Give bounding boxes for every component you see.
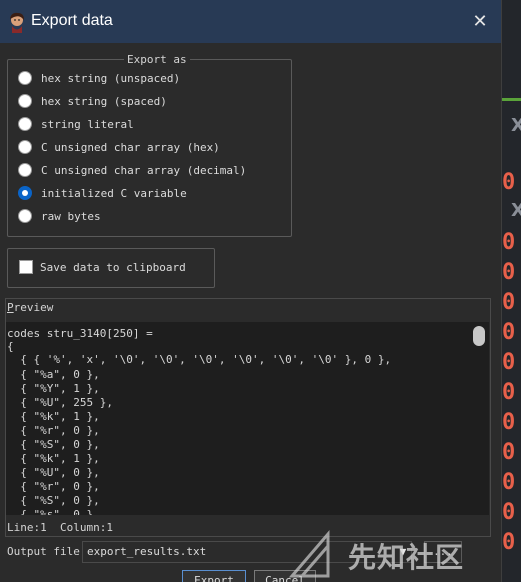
background-zero-glyph: 0 (502, 170, 516, 195)
background-zero-glyph: 0 (502, 290, 516, 315)
code-line: { "%U", 0 }, (7, 466, 100, 479)
code-line: { "%S", 0 }, (7, 494, 100, 507)
preview-label-rest: review (13, 301, 54, 314)
background-zero-glyph: 0 (502, 530, 516, 555)
code-line: { "%k", 1 }, (7, 410, 100, 423)
radio-button[interactable] (18, 94, 32, 108)
preview-label-mnemonic: P (7, 301, 14, 314)
radio-label: string literal (41, 117, 134, 131)
radio-button[interactable] (18, 163, 32, 177)
radio-string-literal[interactable]: string literal (18, 115, 134, 133)
preview-label: Preview (7, 301, 53, 314)
window-title: Export data (31, 12, 113, 29)
preview-scrollbar[interactable] (470, 322, 489, 515)
code-line: { "%r", 0 }, (7, 480, 100, 493)
export-data-dialog: Export data ✕ Export as hex string (unsp… (0, 0, 502, 582)
radio-label: C unsigned char array (hex) (41, 140, 220, 154)
output-file-label: Output file (7, 545, 80, 558)
cursor-position: Line:1 Column:1 (7, 521, 113, 534)
code-line: codes stru_3140[250] = (7, 327, 153, 340)
background-zero-glyph: 0 (502, 380, 516, 405)
background-x-glyph: X (511, 115, 521, 136)
radio-label: raw bytes (41, 209, 101, 223)
radio-label: initialized C variable (41, 186, 187, 200)
code-line: { "%k", 1 }, (7, 452, 100, 465)
background-zero-glyph: 0 (502, 230, 516, 255)
radio-button-checked[interactable] (18, 186, 32, 200)
preview-scroll-thumb[interactable] (473, 326, 485, 346)
code-line: { "%Y", 1 }, (7, 382, 100, 395)
radio-button[interactable] (18, 140, 32, 154)
save-to-clipboard-checkbox[interactable] (19, 260, 33, 274)
radio-c-array-hex[interactable]: C unsigned char array (hex) (18, 138, 220, 156)
radio-c-array-decimal[interactable]: C unsigned char array (decimal) (18, 161, 246, 179)
radio-label: C unsigned char array (decimal) (41, 163, 247, 177)
background-zero-glyph: 0 (502, 320, 516, 345)
save-to-clipboard-label[interactable]: Save data to clipboard (40, 261, 186, 274)
export-as-legend: Export as (124, 53, 190, 66)
radio-hex-spaced[interactable]: hex string (spaced) (18, 92, 167, 110)
code-line: { "%U", 255 }, (7, 396, 113, 409)
radio-initialized-c-variable[interactable]: initialized C variable (18, 184, 187, 202)
code-line: { { '%', 'x', '\0', '\0', '\0', '\0', '\… (7, 353, 392, 366)
radio-hex-unspaced[interactable]: hex string (unspaced) (18, 69, 180, 87)
watermark-text: 先知社区 (348, 541, 465, 574)
background-zero-glyph: 0 (502, 260, 516, 285)
output-label-prefix: Ou (7, 545, 21, 558)
code-line: { "%r", 0 }, (7, 424, 100, 437)
radio-button[interactable] (18, 117, 32, 131)
code-line: { "%a", 0 }, (7, 368, 100, 381)
code-line: { (7, 340, 14, 353)
code-line: { "%s", 0 }, (7, 508, 100, 515)
export-button[interactable]: Export (182, 570, 246, 582)
radio-raw-bytes[interactable]: raw bytes (18, 207, 101, 225)
background-zero-glyph: 0 (502, 500, 516, 525)
close-button[interactable]: ✕ (466, 8, 494, 36)
background-zero-glyph: 0 (502, 410, 516, 435)
radio-label: hex string (spaced) (41, 94, 167, 108)
cancel-button[interactable]: Cancel (254, 570, 316, 582)
code-line: { "%S", 0 }, (7, 438, 100, 451)
title-bar[interactable]: Export data ✕ (0, 0, 501, 43)
background-zero-glyph: 0 (502, 350, 516, 375)
background-zero-glyph: 0 (502, 470, 516, 495)
background-zero-glyph: 0 (502, 440, 516, 465)
background-x-glyph: X (511, 200, 521, 221)
radio-button[interactable] (18, 209, 32, 223)
output-label-rest: tput file (20, 545, 80, 558)
close-icon: ✕ (472, 11, 488, 32)
radio-button[interactable] (18, 71, 32, 85)
background-green-bar (500, 98, 521, 101)
radio-label: hex string (unspaced) (41, 71, 181, 85)
ida-app-icon (10, 12, 24, 33)
